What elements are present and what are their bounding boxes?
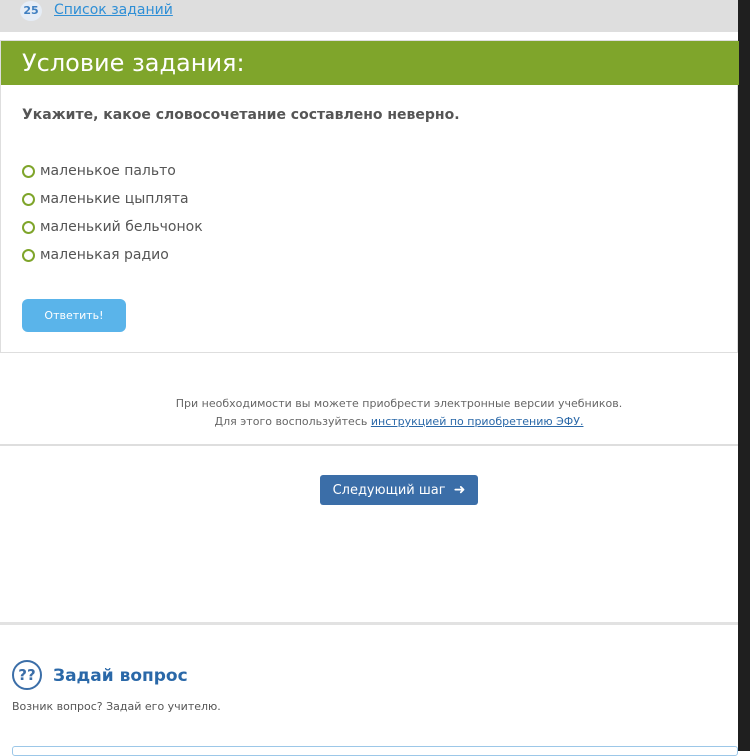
option-label: маленькая радио (40, 247, 169, 263)
answer-button[interactable]: Ответить! (22, 299, 126, 332)
radio-circle-icon[interactable] (22, 248, 35, 262)
task-card: Условие задания: Укажите, какое словосоч… (0, 40, 739, 353)
option-4[interactable]: маленькая радио (22, 241, 203, 269)
step-badge: 25 (20, 1, 42, 21)
section-separator (0, 622, 738, 625)
task-header: Условие задания: (1, 41, 739, 85)
radio-circle-icon[interactable] (22, 220, 35, 234)
question-input[interactable] (12, 746, 738, 756)
right-scrollbar[interactable] (738, 0, 750, 751)
info-block: При необходимости вы можете приобрести э… (0, 360, 738, 446)
info-line-2: Для этого воспользуйтесь инструкцией по … (0, 415, 750, 428)
arrow-right-icon: ➜ (453, 482, 466, 498)
task-list-link[interactable]: Список заданий (54, 2, 173, 18)
task-title: Условие задания: (22, 49, 245, 77)
info-line-2-prefix: Для этого воспользуйтесь (214, 415, 371, 428)
option-label: маленькие цыплята (40, 191, 189, 207)
efu-instruction-link[interactable]: инструкцией по приобретению ЭФУ. (371, 415, 584, 428)
option-label: маленький бельчонок (40, 219, 203, 235)
ask-question-title: Задай вопрос (53, 666, 188, 686)
answer-options: маленькое пальто маленькие цыплята мален… (22, 157, 203, 269)
radio-circle-icon[interactable] (22, 164, 35, 178)
option-1[interactable]: маленькое пальто (22, 157, 203, 185)
question-circle-icon: ?? (12, 660, 42, 690)
next-step-button[interactable]: Следующий шаг ➜ (320, 475, 478, 505)
top-navigation: 25 Список заданий (0, 0, 738, 32)
option-label: маленькое пальто (40, 163, 176, 179)
question-text: Укажите, какое словосочетание составлено… (22, 107, 460, 123)
ask-question-subtitle: Возник вопрос? Задай его учителю. (12, 700, 221, 713)
radio-circle-icon[interactable] (22, 192, 35, 206)
info-line-1: При необходимости вы можете приобрести э… (175, 397, 623, 410)
option-3[interactable]: маленький бельчонок (22, 213, 203, 241)
option-2[interactable]: маленькие цыплята (22, 185, 203, 213)
next-step-label: Следующий шаг (332, 483, 446, 498)
